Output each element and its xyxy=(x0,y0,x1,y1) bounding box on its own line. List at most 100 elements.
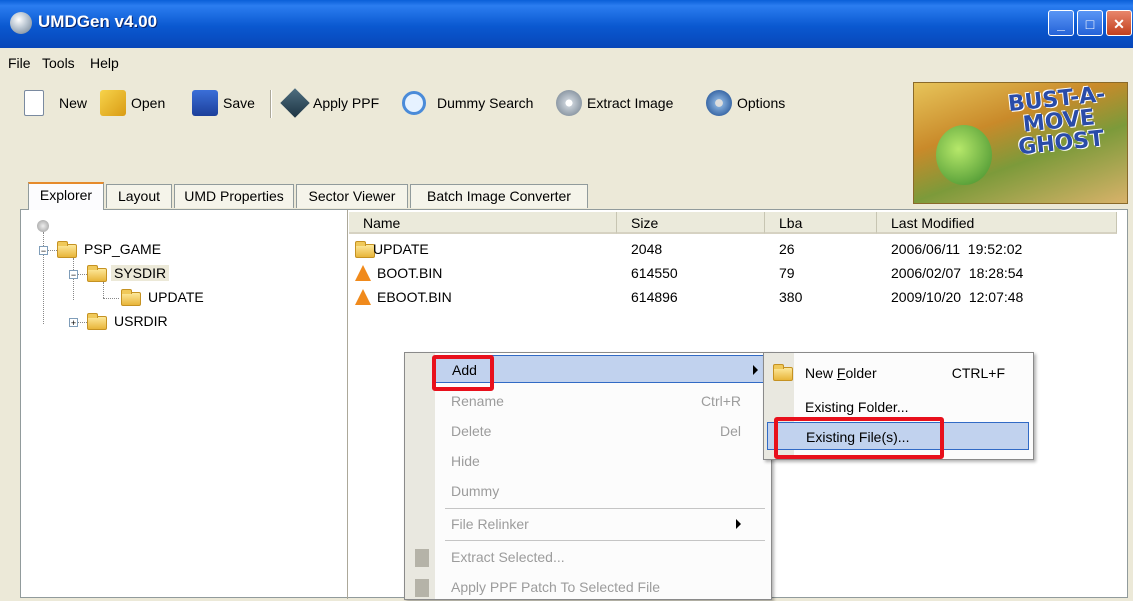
folder-tree[interactable]: − PSP_GAME − SYSDIR UPDATE + USRDIR xyxy=(21,210,348,599)
toolbar: New Open Save Apply PPF Dummy Search Ext… xyxy=(0,78,905,128)
tab-layout[interactable]: Layout xyxy=(106,184,172,208)
menu-item-rename-label: Rename xyxy=(451,393,504,409)
window-title: UMDGen v4.00 xyxy=(38,12,158,31)
folder-open-icon xyxy=(87,265,107,282)
file-modified: 2006/06/11 19:52:02 xyxy=(891,241,1023,257)
collapse-toggle-sysdir[interactable]: − xyxy=(69,270,78,280)
column-header-size[interactable]: Size xyxy=(617,212,765,234)
app-disc-icon xyxy=(10,12,32,34)
menu-item-dummy-label: Dummy xyxy=(451,483,500,499)
table-row[interactable]: EBOOT.BIN 614896 380 2009/10/20 12:07:48 xyxy=(349,286,1109,308)
submenu-item-existing-files-label: Existing File(s)... xyxy=(806,429,910,445)
column-header-lba[interactable]: Lba xyxy=(765,212,877,234)
menu-item-hide-label: Hide xyxy=(451,453,480,469)
maximize-button[interactable]: □ xyxy=(1077,10,1103,36)
shortcut-new-folder: CTRL+F xyxy=(951,365,1005,381)
tree-node-usrdir[interactable]: USRDIR xyxy=(111,313,171,329)
menu-file[interactable]: File xyxy=(8,55,31,71)
close-button[interactable]: ✕ xyxy=(1106,10,1132,36)
patch-icon xyxy=(415,579,429,597)
vlc-cone-icon xyxy=(355,265,371,281)
menu-item-extract-selected[interactable]: Extract Selected... xyxy=(435,543,769,571)
expand-toggle-usrdir[interactable]: + xyxy=(69,318,78,328)
menu-item-add-label: Add xyxy=(452,362,477,378)
open-button[interactable]: Open xyxy=(100,88,165,118)
tree-line xyxy=(103,282,104,298)
shortcut-rename: Ctrl+R xyxy=(700,393,741,409)
title-bar: UMDGen v4.00 _ □ ✕ xyxy=(0,0,1133,48)
minimize-button[interactable]: _ xyxy=(1048,10,1074,36)
submenu-arrow-icon xyxy=(736,519,741,529)
menu-separator xyxy=(445,540,765,541)
folder-icon xyxy=(355,241,375,258)
banner-character xyxy=(936,125,992,185)
disc-root-icon xyxy=(37,220,49,232)
submenu-item-new-folder-label: New Folder xyxy=(805,365,877,381)
tree-node-sysdir[interactable]: SYSDIR xyxy=(111,265,170,281)
column-header-last-modified[interactable]: Last Modified xyxy=(877,212,1117,234)
apply-ppf-label: Apply PPF xyxy=(313,95,380,111)
menu-item-dummy[interactable]: Dummy xyxy=(435,477,769,505)
menu-help[interactable]: Help xyxy=(90,55,119,71)
menu-item-hide[interactable]: Hide xyxy=(435,447,769,475)
file-name: EBOOT.BIN xyxy=(377,289,452,305)
tab-batch-image-converter[interactable]: Batch Image Converter xyxy=(410,184,588,208)
menu-item-rename[interactable]: Rename Ctrl+R xyxy=(435,387,769,415)
menu-item-delete[interactable]: Delete Del xyxy=(435,417,769,445)
save-button[interactable]: Save xyxy=(192,88,255,118)
file-size: 614896 xyxy=(631,289,678,305)
menu-item-extract-selected-label: Extract Selected... xyxy=(451,549,565,565)
options-button[interactable]: Options xyxy=(706,88,785,118)
context-menu: Add Rename Ctrl+R Delete Del Hide Dummy … xyxy=(404,352,772,600)
gear-icon xyxy=(706,90,732,116)
file-modified: 2009/10/20 12:07:48 xyxy=(891,289,1024,305)
dummy-search-button[interactable]: Dummy Search xyxy=(402,88,533,118)
new-document-icon xyxy=(24,90,44,116)
submenu-item-existing-folder-label: Existing Folder... xyxy=(805,399,909,415)
menu-item-apply-ppf-patch[interactable]: Apply PPF Patch To Selected File xyxy=(435,573,769,601)
file-size: 2048 xyxy=(631,241,663,257)
ppf-cube-icon xyxy=(280,88,310,118)
file-size: 614550 xyxy=(631,265,678,281)
collapse-toggle-psp-game[interactable]: − xyxy=(39,246,48,256)
file-modified: 2006/02/07 18:28:54 xyxy=(891,265,1024,281)
new-label: New xyxy=(59,95,88,111)
floppy-disk-icon xyxy=(192,90,218,116)
add-submenu: New Folder CTRL+F Existing Folder... Exi… xyxy=(763,352,1034,460)
magnifier-icon xyxy=(402,91,426,115)
tree-node-update[interactable]: UPDATE xyxy=(145,289,207,305)
open-label: Open xyxy=(131,95,166,111)
submenu-item-existing-folder[interactable]: Existing Folder... xyxy=(767,393,1029,421)
file-lba: 79 xyxy=(779,265,795,281)
menu-bar: File Tools Help xyxy=(0,50,1133,76)
extract-image-button[interactable]: Extract Image xyxy=(556,88,673,118)
submenu-item-new-folder[interactable]: New Folder CTRL+F xyxy=(767,359,1029,387)
menu-separator xyxy=(445,508,765,509)
disc-icon xyxy=(556,90,582,116)
tree-line xyxy=(103,298,119,299)
column-header-name[interactable]: Name xyxy=(349,212,617,234)
menu-tools[interactable]: Tools xyxy=(42,55,75,71)
menu-item-apply-ppf-patch-label: Apply PPF Patch To Selected File xyxy=(451,579,661,595)
options-label: Options xyxy=(737,95,786,111)
label-part: older xyxy=(845,365,877,381)
folder-icon xyxy=(57,241,77,258)
game-banner-image: BUST-A-MOVE GHOST xyxy=(913,82,1128,204)
menu-item-add[interactable]: Add xyxy=(435,355,769,383)
submenu-item-existing-files[interactable]: Existing File(s)... xyxy=(767,422,1029,450)
new-button[interactable]: New xyxy=(24,88,87,118)
apply-ppf-button[interactable]: Apply PPF xyxy=(280,88,380,118)
save-label: Save xyxy=(223,95,255,111)
shortcut-delete: Del xyxy=(719,423,741,439)
table-row[interactable]: BOOT.BIN 614550 79 2006/02/07 18:28:54 xyxy=(349,262,1109,284)
tab-umd-properties[interactable]: UMD Properties xyxy=(174,184,294,208)
menu-item-delete-label: Delete xyxy=(451,423,492,439)
table-row[interactable]: UPDATE 2048 26 2006/06/11 19:52:02 xyxy=(349,238,1109,260)
file-lba: 26 xyxy=(779,241,795,257)
tree-node-psp-game[interactable]: PSP_GAME xyxy=(81,241,164,257)
menu-item-file-relinker[interactable]: File Relinker xyxy=(435,510,769,538)
tab-sector-viewer[interactable]: Sector Viewer xyxy=(296,184,408,208)
file-name: UPDATE xyxy=(373,241,429,257)
extract-icon xyxy=(415,549,429,567)
tab-explorer[interactable]: Explorer xyxy=(28,182,104,210)
